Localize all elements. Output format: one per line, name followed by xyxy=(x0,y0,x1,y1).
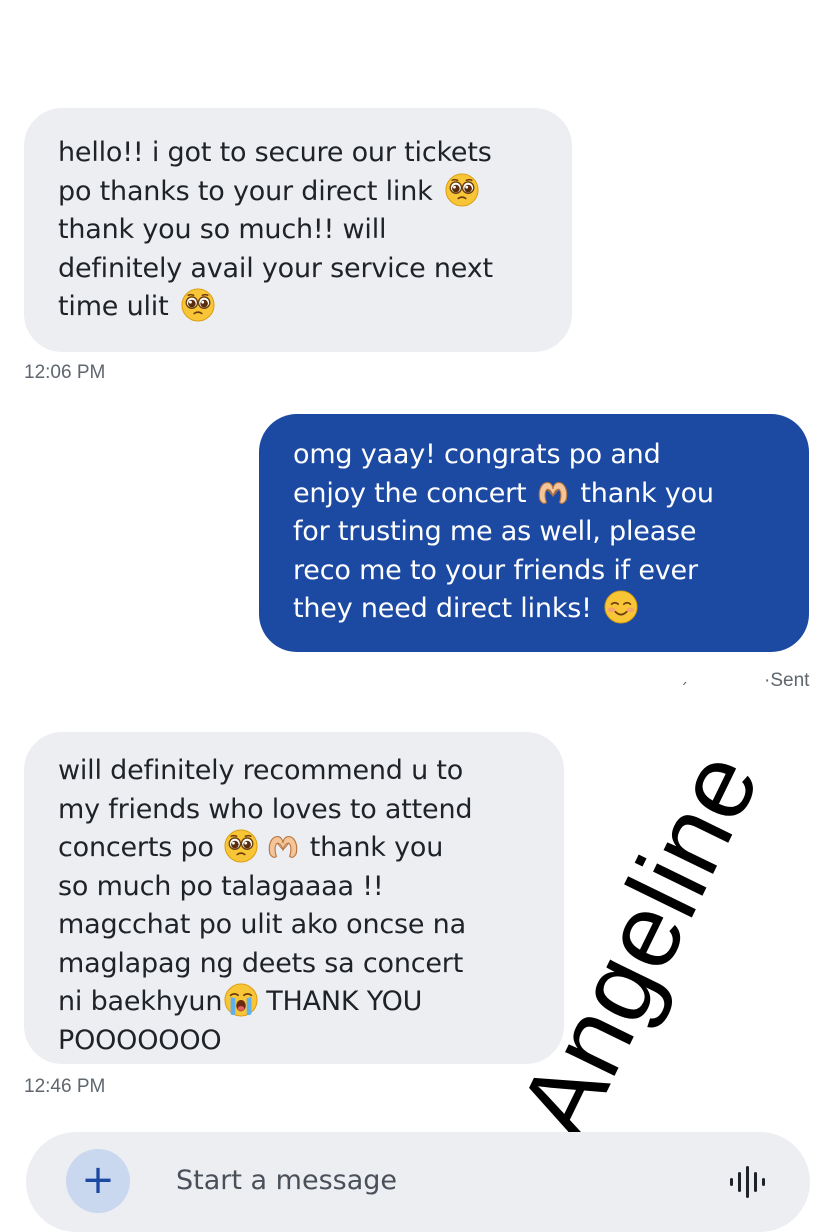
message-line: magcchat po ulit ako oncse na xyxy=(58,909,466,940)
message-line: they need direct links! xyxy=(293,593,592,624)
pleading-face-icon xyxy=(224,829,258,863)
message-line: thank you so much!! will xyxy=(58,214,387,245)
message-line: hello!! i got to secure our tickets xyxy=(58,137,492,168)
pleading-face-icon xyxy=(445,173,479,207)
message-timestamp: 12:46 PM xyxy=(24,1076,106,1097)
heart-hands-icon xyxy=(266,829,300,863)
message-bubble-outgoing[interactable]: omg yaay! congrats po and enjoy the conc… xyxy=(259,414,809,652)
message-input[interactable] xyxy=(176,1160,576,1200)
message-line: maglapag ng deets sa concert xyxy=(58,947,464,979)
voice-waveform-icon[interactable] xyxy=(726,1160,770,1204)
message-line: ni baekhyun xyxy=(58,986,223,1017)
message-line: concerts po xyxy=(58,832,214,863)
message-line: reco me to your friends if ever xyxy=(293,554,698,586)
message-line: omg yaay! congrats po and xyxy=(293,439,661,470)
message-line: POOOOOOO xyxy=(58,1024,222,1056)
message-line: definitely avail your service next xyxy=(58,252,493,284)
plus-icon[interactable]: + xyxy=(66,1149,130,1213)
message-line: enjoy the concert xyxy=(293,477,527,509)
smiling-face-icon xyxy=(604,590,638,624)
message-line: THANK YOU xyxy=(266,986,423,1017)
message-timestamp: 12:06 PM xyxy=(24,362,106,383)
message-composer: + xyxy=(26,1132,810,1232)
heart-hands-icon xyxy=(536,475,570,509)
message-line: will definitely recommend u to xyxy=(58,755,464,786)
message-line: po thanks to your direct link xyxy=(58,175,433,207)
message-bubble-incoming[interactable]: will definitely recommend u to my friend… xyxy=(24,732,564,1064)
message-line: thank you xyxy=(580,477,714,509)
message-line: so much po talagaaaa !! xyxy=(58,870,384,902)
message-line: my friends who loves to attend xyxy=(58,793,473,825)
message-line: time ulit xyxy=(58,291,169,322)
message-status: ·Sent xyxy=(764,670,810,691)
loudly-crying-face-icon xyxy=(224,983,258,1017)
message-line: thank you xyxy=(309,832,444,863)
message-line: for trusting me as well, please xyxy=(293,516,697,547)
message-bubble-incoming[interactable]: hello!! i got to secure our tickets po t… xyxy=(24,108,572,352)
pleading-face-icon xyxy=(181,288,215,322)
sent-tick-icon: ˏ xyxy=(680,666,688,685)
